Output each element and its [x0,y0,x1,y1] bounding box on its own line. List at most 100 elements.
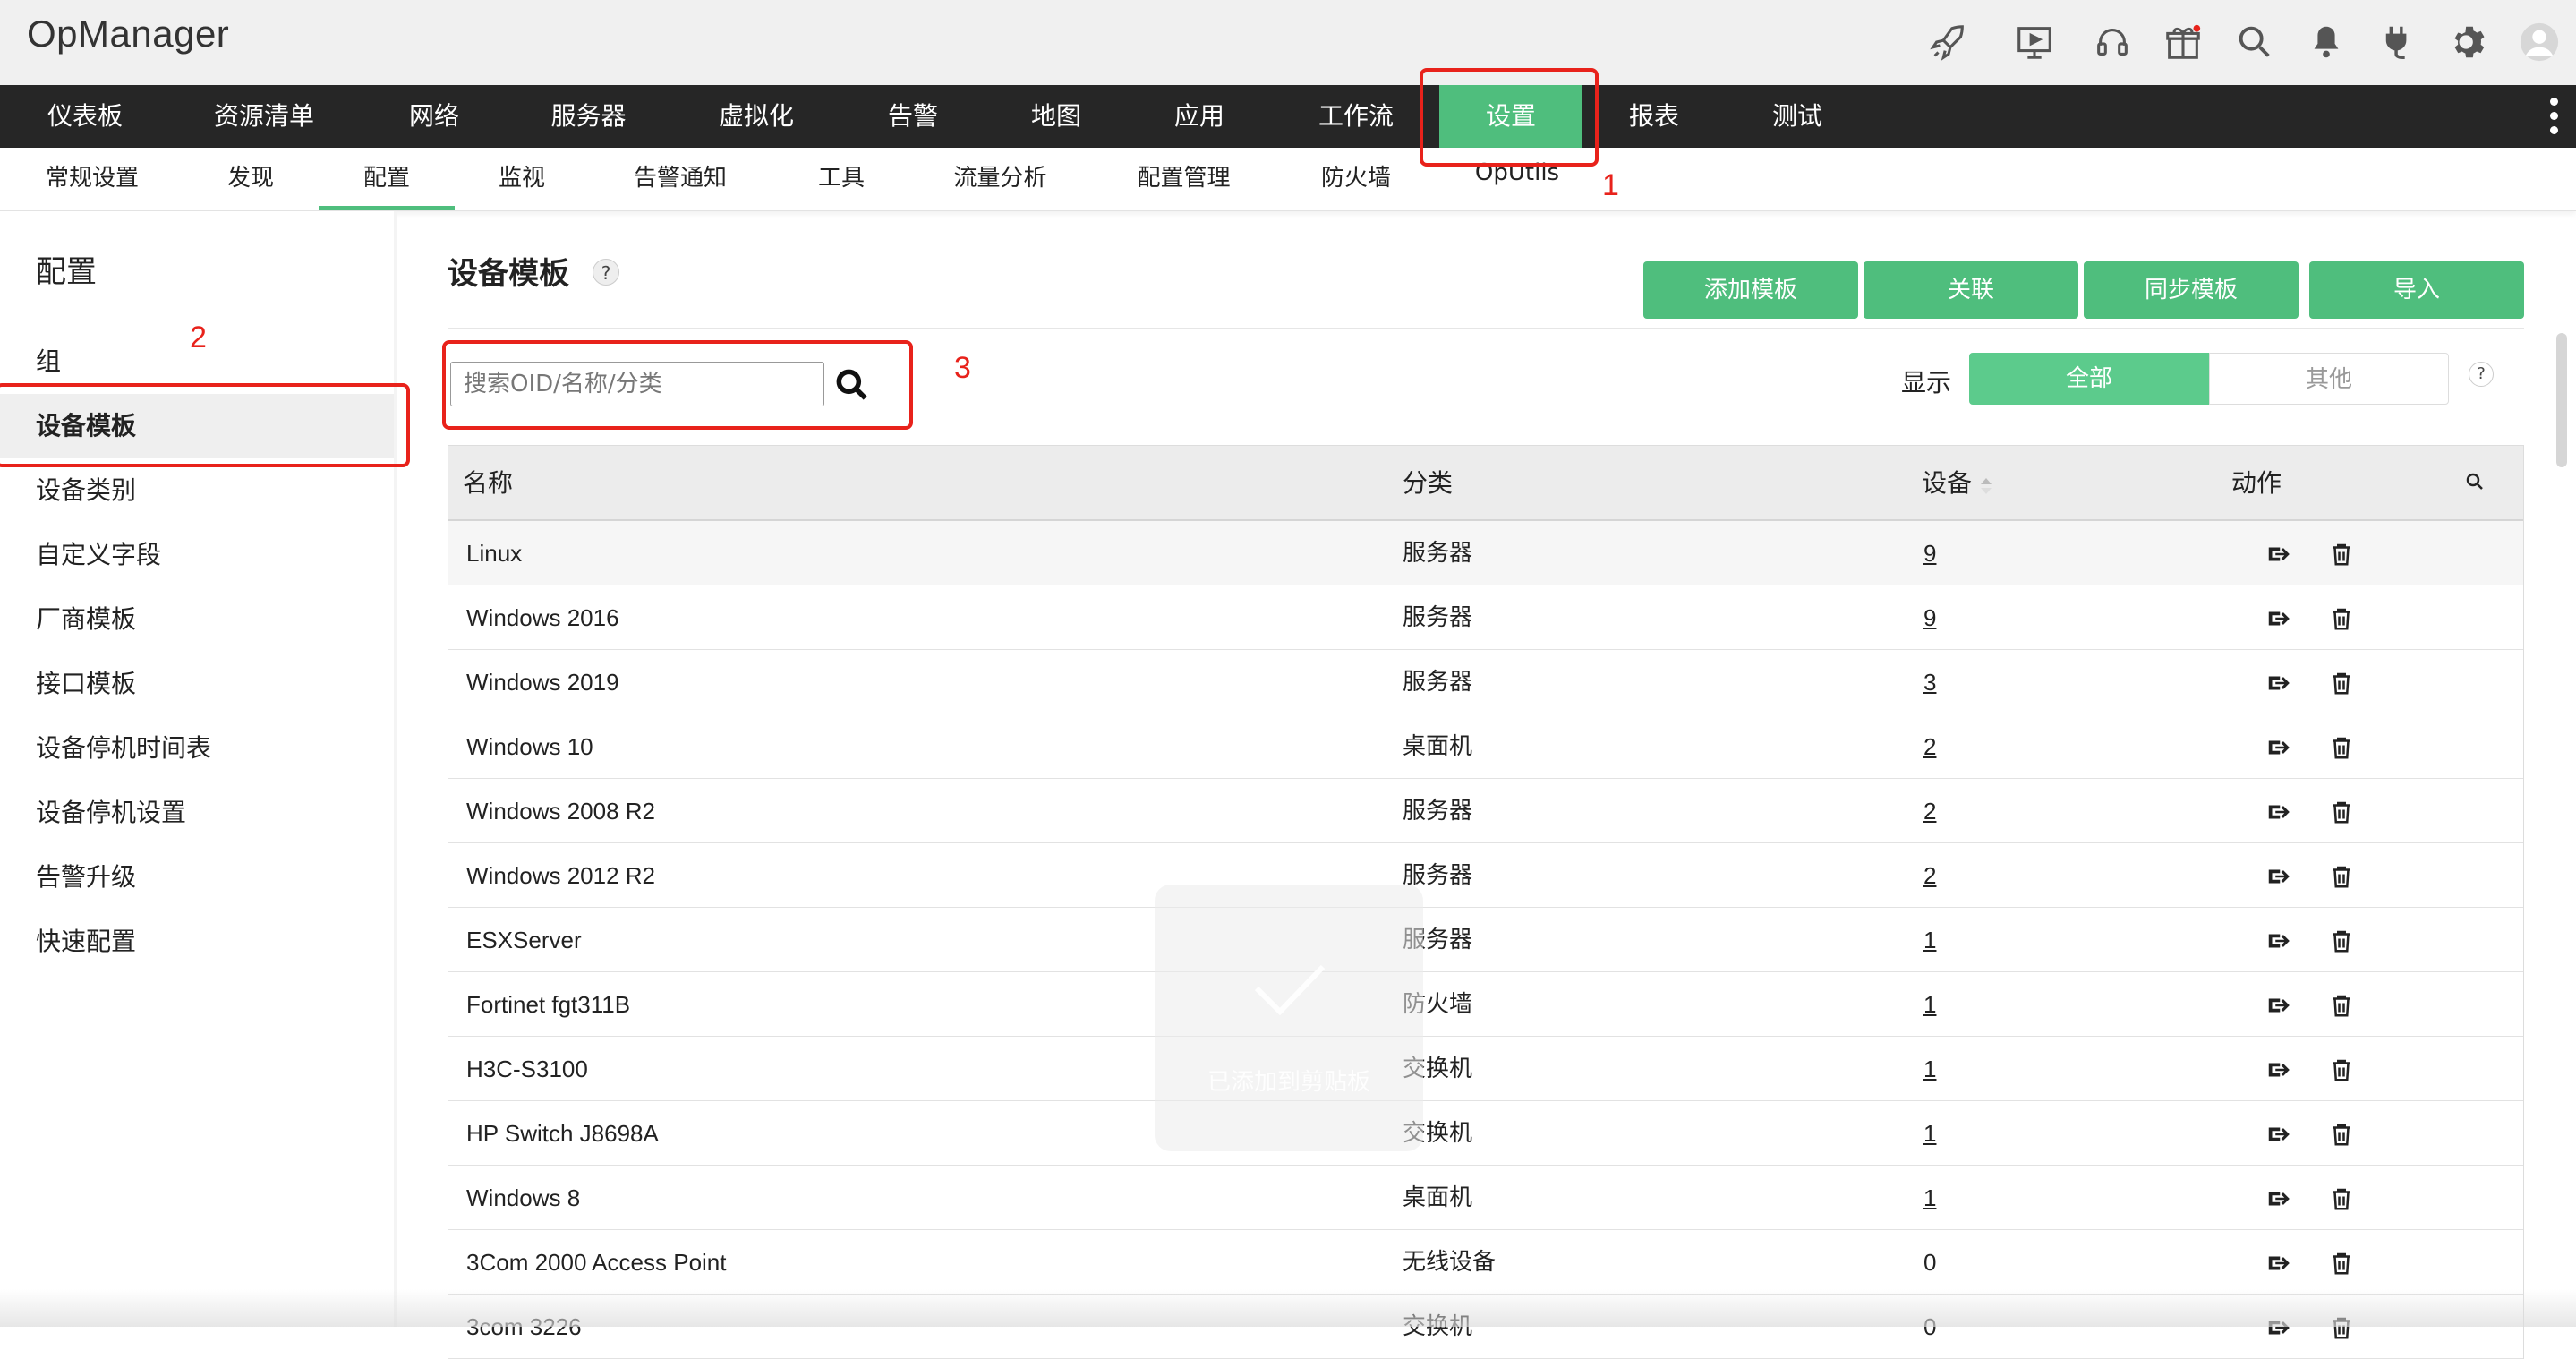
nav-item-reports[interactable]: 报表 [1582,85,1726,148]
import-button[interactable]: 导入 [2309,261,2524,319]
delete-icon[interactable] [2328,1121,2355,1148]
export-icon[interactable] [2265,927,2292,954]
export-icon[interactable] [2265,863,2292,890]
tab-monitoring[interactable]: 监视 [477,148,567,210]
export-icon[interactable] [2265,605,2292,632]
sidebar-item-interface-templates[interactable]: 接口模板 [0,652,394,716]
table-search-icon[interactable] [2464,471,2486,496]
delete-icon[interactable] [2328,670,2355,697]
table-row[interactable]: Windows 2012 R2 服务器 2 [448,843,2523,908]
tab-firewall[interactable]: 防火墙 [1307,148,1405,210]
export-icon[interactable] [2265,734,2292,761]
sidebar-item-alarm-escalation[interactable]: 告警升级 [0,845,394,910]
table-row[interactable]: ESXServer 服务器 1 [448,908,2523,972]
add-template-button[interactable]: 添加模板 [1643,261,1858,319]
sync-templates-button[interactable]: 同步模板 [2084,261,2299,319]
sidebar-item-device-categories[interactable]: 设备类别 [0,458,394,523]
sidebar-item-quick-config[interactable]: 快速配置 [0,910,394,974]
table-row[interactable]: Fortinet fgt311B 防火墙 1 [448,972,2523,1037]
rocket-icon[interactable] [1926,20,1971,64]
nav-item-test[interactable]: 测试 [1726,85,1869,148]
filter-other-toggle[interactable]: 其他 [2209,353,2449,405]
export-icon[interactable] [2265,992,2292,1019]
tab-alarm-notifications[interactable]: 告警通知 [618,148,743,210]
table-row[interactable]: HP Switch J8698A 交换机 1 [448,1101,2523,1166]
nav-item-dashboard[interactable]: 仪表板 [0,85,170,148]
presentation-icon[interactable] [2009,20,2060,64]
table-row[interactable]: Linux 服务器 9 [448,521,2523,585]
template-name-cell: Windows 8 [466,1184,581,1211]
column-name-header[interactable]: 名称 [463,446,513,521]
table-row[interactable]: Windows 10 桌面机 2 [448,714,2523,779]
device-count-link[interactable]: 3 [1923,650,1936,714]
nav-item-servers[interactable]: 服务器 [510,85,667,148]
sort-icon[interactable] [1979,476,1993,500]
export-icon[interactable] [2265,541,2292,568]
device-count-link[interactable]: 1 [1923,1166,1936,1230]
tab-tools[interactable]: 工具 [797,148,886,210]
sidebar-item-downtime-settings[interactable]: 设备停机设置 [0,781,394,845]
sidebar-item-custom-fields[interactable]: 自定义字段 [0,523,394,587]
nav-item-virtualization[interactable]: 虚拟化 [667,85,846,148]
table-row[interactable]: Windows 2016 服务器 9 [448,585,2523,650]
delete-icon[interactable] [2328,605,2355,632]
filter-help-icon[interactable]: ? [2469,362,2494,387]
delete-icon[interactable] [2328,1056,2355,1083]
associate-button[interactable]: 关联 [1864,261,2078,319]
gear-icon[interactable] [2447,20,2492,64]
device-count-link[interactable]: 9 [1923,521,1936,585]
delete-icon[interactable] [2328,1250,2355,1277]
nav-item-inventory[interactable]: 资源清单 [170,85,358,148]
gift-icon[interactable] [2161,20,2205,64]
export-icon[interactable] [2265,670,2292,697]
table-row[interactable]: Windows 2008 R2 服务器 2 [448,779,2523,843]
search-icon[interactable] [2232,20,2277,64]
export-icon[interactable] [2265,1250,2292,1277]
delete-icon[interactable] [2328,863,2355,890]
table-row[interactable]: H3C-S3100 交换机 1 [448,1037,2523,1101]
user-avatar-icon[interactable] [2517,20,2562,64]
device-count-link[interactable]: 2 [1923,843,1936,908]
device-count-link[interactable]: 2 [1923,779,1936,843]
nav-item-network[interactable]: 网络 [358,85,510,148]
device-count-link[interactable]: 1 [1923,1101,1936,1166]
table-row[interactable]: Windows 2019 服务器 3 [448,650,2523,714]
filter-all-toggle[interactable]: 全部 [1969,353,2209,405]
bell-icon[interactable] [2304,20,2349,64]
delete-icon[interactable] [2328,1185,2355,1212]
nav-item-maps[interactable]: 地图 [980,85,1132,148]
export-icon[interactable] [2265,1185,2292,1212]
tab-flow-analysis[interactable]: 流量分析 [935,148,1065,210]
delete-icon[interactable] [2328,734,2355,761]
nav-item-workflow[interactable]: 工作流 [1267,85,1446,148]
vertical-scrollbar[interactable] [2556,333,2567,467]
delete-icon[interactable] [2328,992,2355,1019]
table-row[interactable]: 3Com 2000 Access Point 无线设备 0 [448,1230,2523,1295]
device-count-link[interactable]: 2 [1923,714,1936,779]
delete-icon[interactable] [2328,927,2355,954]
nav-item-alarms[interactable]: 告警 [846,85,980,148]
help-icon[interactable]: ? [593,259,619,286]
column-devices-header[interactable]: 设备 [1922,446,1972,521]
plug-icon[interactable] [2376,20,2420,64]
device-count-link[interactable]: 1 [1923,1037,1936,1101]
export-icon[interactable] [2265,1121,2292,1148]
more-menu-icon[interactable] [2547,98,2560,137]
column-category-header[interactable]: 分类 [1403,446,1453,521]
device-count-link[interactable]: 1 [1923,972,1936,1037]
export-icon[interactable] [2265,799,2292,825]
sidebar-item-downtime-schedules[interactable]: 设备停机时间表 [0,716,394,781]
device-count-link[interactable]: 9 [1923,585,1936,650]
sidebar-item-vendor-templates[interactable]: 厂商模板 [0,587,394,652]
headset-icon[interactable] [2090,20,2135,64]
export-icon[interactable] [2265,1056,2292,1083]
device-count-link[interactable]: 1 [1923,908,1936,972]
tab-discovery[interactable]: 发现 [206,148,295,210]
table-row[interactable]: Windows 8 桌面机 1 [448,1166,2523,1230]
delete-icon[interactable] [2328,541,2355,568]
delete-icon[interactable] [2328,799,2355,825]
tab-configuration[interactable]: 配置 [319,148,455,210]
tab-config-management[interactable]: 配置管理 [1119,148,1249,210]
nav-item-apps[interactable]: 应用 [1132,85,1267,148]
tab-general-settings[interactable]: 常规设置 [25,148,159,210]
